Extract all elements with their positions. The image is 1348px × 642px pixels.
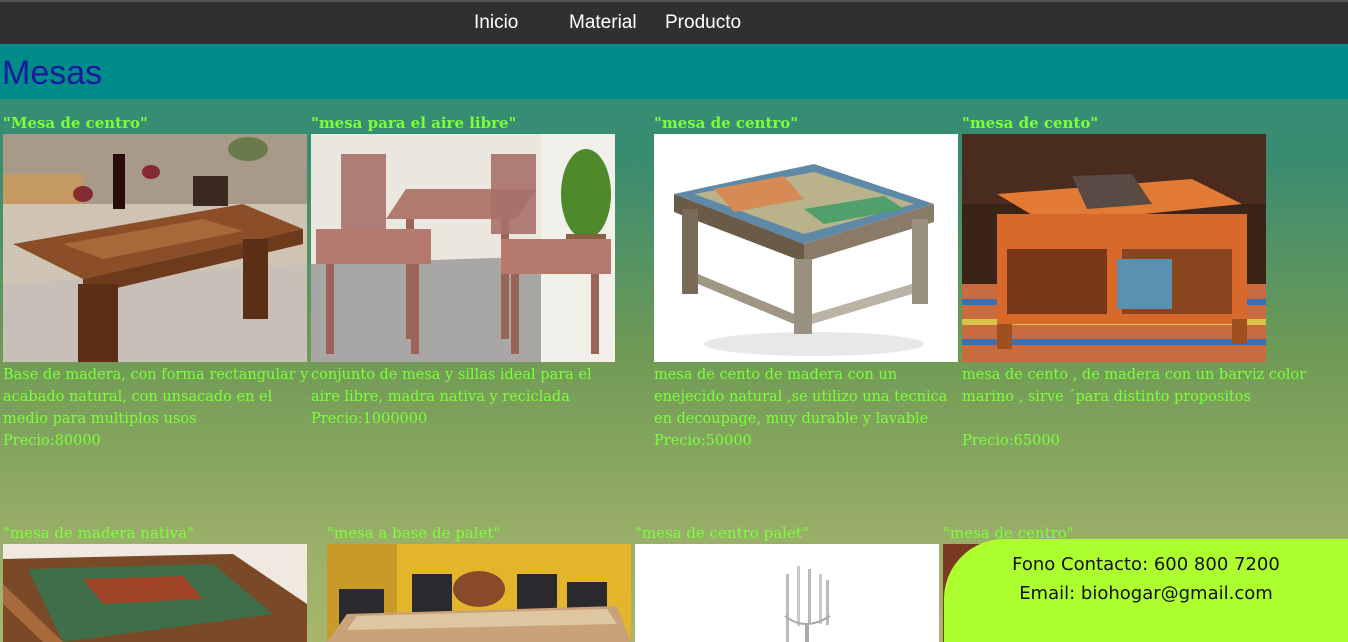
product-description: conjunto de mesa y sillas ideal para el … bbox=[311, 367, 592, 405]
top-navbar: Inicio Material Producto bbox=[0, 0, 1348, 44]
page-title: Mesas bbox=[2, 54, 103, 92]
product-title: "mesa de madera nativa" bbox=[3, 524, 194, 542]
product-image-decoupage-table bbox=[654, 134, 958, 362]
product-description: mesa de cento , de madera con un barviz … bbox=[962, 367, 1307, 405]
product-price: Precio:80000 bbox=[3, 433, 101, 449]
page-banner: Mesas bbox=[0, 44, 1348, 99]
product-image-pallet-table bbox=[327, 544, 631, 642]
nav-link-producto[interactable]: Producto bbox=[665, 12, 741, 34]
product-image-native-wood-table bbox=[3, 544, 307, 642]
product-card-6: "mesa a base de palet" bbox=[327, 524, 633, 642]
product-card-7: "mesa de centro palet" bbox=[635, 524, 941, 642]
product-title: "mesa de cento" bbox=[962, 114, 1099, 132]
product-price: Precio:50000 bbox=[654, 433, 752, 449]
product-price: Precio:65000 bbox=[962, 433, 1060, 449]
product-title: "Mesa de centro" bbox=[3, 114, 148, 132]
product-price: Precio:1000000 bbox=[311, 411, 428, 427]
nav-link-material[interactable]: Material bbox=[569, 12, 637, 34]
product-title: "mesa a base de palet" bbox=[327, 524, 501, 542]
product-card-3: "mesa de centro" mesa de cento de madera… bbox=[654, 114, 960, 449]
product-title: "mesa para el aire libre" bbox=[311, 114, 517, 132]
product-image-outdoor-set bbox=[311, 134, 615, 362]
product-image-candelabra bbox=[635, 544, 939, 642]
product-description: Base de madera, con forma rectangular y … bbox=[3, 367, 309, 427]
product-image-crate-table bbox=[962, 134, 1266, 362]
product-image-rectangular-table bbox=[3, 134, 307, 362]
product-card-4: "mesa de cento" mesa de cento , de mader… bbox=[962, 114, 1306, 449]
nav-link-inicio[interactable]: Inicio bbox=[474, 12, 518, 34]
product-card-2: "mesa para el aire libre" conjunto de me… bbox=[311, 114, 617, 427]
product-title: "mesa de centro" bbox=[654, 114, 799, 132]
product-description: mesa de cento de madera con un enejecido… bbox=[654, 367, 948, 427]
contact-phone: Fono Contacto: 600 800 7200 bbox=[1012, 554, 1280, 575]
product-card-5: "mesa de madera nativa" bbox=[3, 524, 309, 642]
contact-email[interactable]: Email: biohogar@gmail.com bbox=[944, 583, 1348, 604]
product-title: "mesa de centro palet" bbox=[635, 524, 809, 542]
product-card-1: "Mesa de centro" Base de madera, con for… bbox=[3, 114, 309, 449]
contact-box: Fono Contacto: 600 800 7200 Email: bioho… bbox=[944, 539, 1348, 642]
